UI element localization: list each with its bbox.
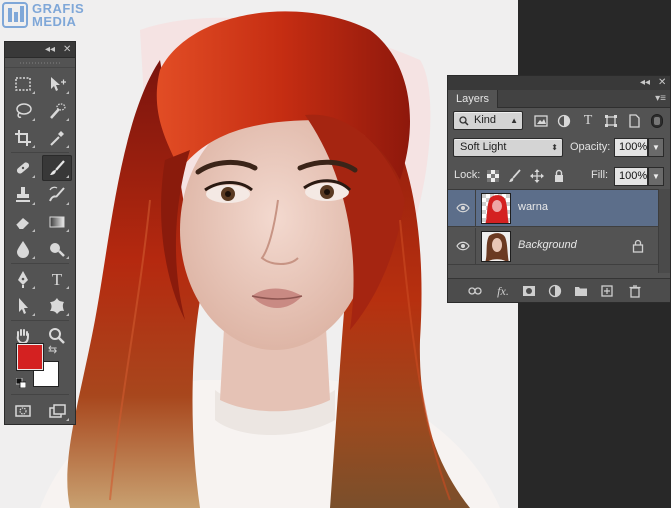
tools-panel-header: ◂◂ ✕	[5, 42, 75, 58]
delete-layer-icon[interactable]	[626, 283, 644, 299]
panel-menu-icon[interactable]: ▾≡	[655, 93, 666, 104]
blur-icon[interactable]	[8, 236, 38, 262]
layer-thumbnail	[481, 193, 511, 224]
lock-label: Lock:	[454, 169, 481, 181]
blend-mode-value: Soft Light	[460, 141, 507, 153]
document-canvas[interactable]	[0, 0, 518, 508]
filter-kind-dropdown[interactable]: Kind ▲	[453, 111, 523, 130]
watermark-logo: GRAFIS MEDIA	[2, 0, 97, 30]
eye-icon[interactable]	[456, 201, 470, 215]
dodge-icon[interactable]	[42, 236, 72, 262]
quick-selection-icon[interactable]	[42, 98, 72, 124]
swap-colors-icon[interactable]: ⇆	[48, 343, 57, 356]
eye-icon[interactable]	[456, 239, 470, 253]
lock-all-icon[interactable]	[550, 167, 568, 185]
tab-layers[interactable]: Layers	[448, 90, 499, 108]
pen-icon[interactable]	[8, 266, 38, 292]
close-icon[interactable]: ✕	[658, 76, 666, 90]
search-icon	[459, 116, 469, 126]
layer-row-background[interactable]: Background	[448, 228, 658, 265]
layer-row-warna[interactable]: warna	[448, 190, 658, 227]
panel-grip[interactable]	[5, 58, 75, 68]
new-layer-icon[interactable]	[598, 283, 616, 299]
layer-name[interactable]: warna	[518, 201, 548, 213]
lock-row: Lock: Fill: 100% ▼	[448, 165, 670, 189]
layers-panel-footer: fx.	[448, 278, 670, 302]
clone-stamp-icon[interactable]	[8, 182, 38, 208]
link-layers-icon[interactable]	[466, 283, 484, 299]
type-filter-icon[interactable]: T	[579, 112, 597, 130]
opacity-field[interactable]: 100%	[614, 138, 648, 157]
adjustment-filter-icon[interactable]	[555, 112, 573, 130]
collapse-icon[interactable]: ◂◂	[640, 76, 650, 90]
lock-icon	[632, 239, 644, 253]
layer-thumbnail	[481, 231, 511, 262]
opacity-dropdown-icon[interactable]: ▼	[648, 138, 664, 157]
chevron-updown-icon: ▲	[510, 116, 518, 125]
move-icon[interactable]	[42, 71, 72, 97]
blend-mode-dropdown[interactable]: Soft Light ⬍	[453, 138, 563, 157]
new-group-icon[interactable]	[572, 283, 590, 299]
foreground-color-swatch[interactable]	[17, 344, 43, 370]
opacity-label: Opacity:	[570, 141, 611, 153]
layers-scrollbar[interactable]	[658, 189, 670, 273]
gradient-icon[interactable]	[42, 209, 72, 235]
close-icon[interactable]: ✕	[63, 43, 71, 57]
default-colors-icon[interactable]	[16, 378, 26, 388]
collapse-icon[interactable]: ◂◂	[45, 43, 55, 57]
fill-dropdown-icon[interactable]: ▼	[648, 167, 664, 186]
pixel-filter-icon[interactable]	[532, 112, 550, 130]
blend-row: Soft Light ⬍ Opacity: 100% ▼	[448, 136, 670, 160]
path-selection-icon[interactable]	[8, 293, 38, 319]
eraser-icon[interactable]	[8, 209, 38, 235]
add-mask-icon[interactable]	[520, 283, 538, 299]
logo-mark-icon	[2, 2, 28, 28]
type-filter-glyph: T	[583, 113, 593, 128]
layers-panel: ◂◂ ✕ Layers ▾≡ Kind ▲ T Soft Light ⬍ Opa…	[447, 75, 671, 303]
history-brush-icon[interactable]	[42, 182, 72, 208]
custom-shape-icon[interactable]	[42, 293, 72, 319]
filter-kind-value: Kind	[474, 114, 497, 126]
layers-panel-titlebar: ◂◂ ✕	[448, 76, 670, 90]
filter-toggle-switch[interactable]	[651, 114, 663, 128]
lock-pixels-icon[interactable]	[506, 167, 524, 185]
layers-list: warna Background	[448, 189, 670, 273]
rectangular-marquee-icon[interactable]	[8, 71, 38, 97]
lock-position-icon[interactable]	[528, 167, 546, 185]
quick-mask-icon[interactable]	[8, 398, 38, 424]
shape-filter-icon[interactable]	[602, 112, 620, 130]
crop-icon[interactable]	[8, 125, 38, 151]
tools-panel: ◂◂ ✕ T ⇆	[4, 41, 76, 425]
layers-panel-tabs: Layers ▾≡	[448, 90, 670, 108]
fill-label: Fill:	[591, 169, 609, 181]
lasso-icon[interactable]	[8, 98, 38, 124]
photo-portrait	[40, 11, 500, 508]
adjustment-layer-icon[interactable]	[546, 283, 564, 299]
chevron-updown-icon: ⬍	[551, 143, 558, 152]
fill-field[interactable]: 100%	[614, 167, 648, 186]
brush-icon[interactable]	[42, 155, 72, 181]
screen-mode-icon[interactable]	[42, 398, 72, 424]
lock-transparent-icon[interactable]	[484, 167, 502, 185]
eyedropper-icon[interactable]	[42, 125, 72, 151]
type-tool-glyph: T	[51, 269, 63, 289]
type-icon[interactable]: T	[42, 266, 72, 292]
watermark-line-2: MEDIA	[32, 14, 77, 29]
layer-style-icon[interactable]: fx.	[494, 283, 512, 299]
layer-name[interactable]: Background	[518, 239, 577, 251]
filter-row: Kind ▲ T	[448, 109, 670, 133]
spot-healing-icon[interactable]	[8, 155, 38, 181]
smart-object-filter-icon[interactable]	[625, 112, 643, 130]
